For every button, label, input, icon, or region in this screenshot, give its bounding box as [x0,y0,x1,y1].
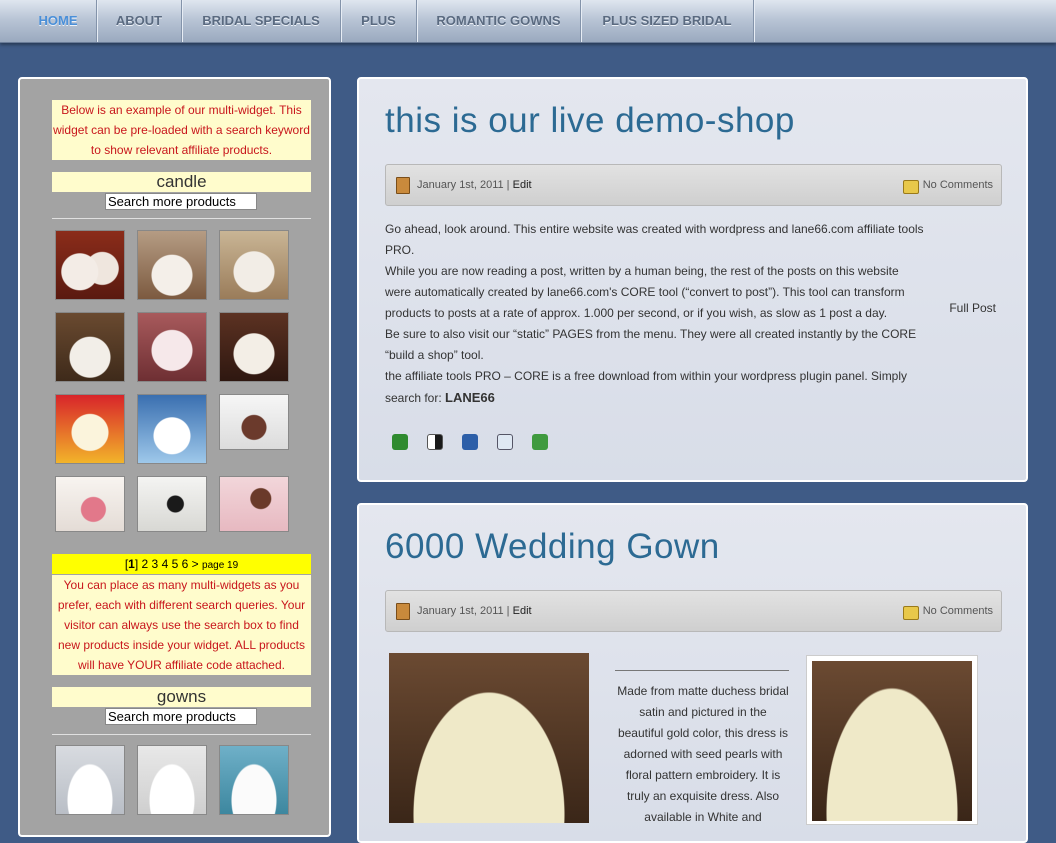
product-thumbnail[interactable] [55,394,125,464]
pager-link[interactable]: 4 [162,557,169,571]
divider [615,670,789,671]
nav-home[interactable]: HOME [20,0,97,42]
comments-link[interactable]: No Comments [923,179,993,191]
pager-link[interactable]: 6 [182,557,189,571]
pager-link[interactable]: 5 [172,557,179,571]
product-thumbnail[interactable] [137,312,207,382]
search-input[interactable]: Search more products [105,193,257,210]
post-title[interactable]: 6000 Wedding Gown [385,527,720,567]
nav-about[interactable]: ABOUT [97,0,182,42]
calendar-icon [396,603,410,620]
pager-link[interactable]: 2 [142,557,149,571]
search-keyword: LANE66 [445,390,495,405]
widget-intro-text: Below is an example of our multi-widget.… [52,100,311,160]
post-paragraph: Be sure to also visit our “static” PAGES… [385,327,917,362]
post-content: Go ahead, look around. This entire websi… [385,219,925,409]
product-image-frame [806,655,978,825]
sidebar: Below is an example of our multi-widget.… [18,77,331,837]
reddit-icon[interactable] [497,434,513,450]
product-thumbnail[interactable] [219,312,289,382]
comment-icon [903,180,919,194]
pager-next[interactable]: > [192,557,199,571]
product-thumbnail[interactable] [219,230,289,300]
product-thumbnail[interactable] [55,745,125,815]
product-thumbnail[interactable] [137,394,207,464]
nav-romantic-gowns[interactable]: ROMANTIC GOWNS [417,0,581,42]
post-wedding-gown: 6000 Wedding Gown January 1st, 2011 | Ed… [357,503,1028,843]
product-image[interactable] [389,653,589,823]
product-thumbnail[interactable] [219,476,289,532]
full-post-link[interactable]: Full Post [949,301,996,315]
product-thumbnail[interactable] [137,476,207,532]
top-navigation: HOME ABOUT BRIDAL SPECIALS PLUS ROMANTIC… [0,0,1056,43]
product-image[interactable] [812,661,972,821]
post-paragraph: While you are now reading a post, writte… [385,264,905,320]
product-thumbnail[interactable] [55,230,125,300]
nav-plus[interactable]: PLUS [341,0,417,42]
comment-icon [903,606,919,620]
nav-plus-sized-bridal[interactable]: PLUS SIZED BRIDAL [581,0,754,42]
pager-link[interactable]: 3 [152,557,159,571]
product-thumbnail[interactable] [219,745,289,815]
product-thumbnail[interactable] [137,745,207,815]
stumbleupon-icon[interactable] [532,434,548,450]
pager-current: 1 [128,557,135,571]
digg-icon[interactable] [462,434,478,450]
post-date: January 1st, 2011 | [417,605,510,617]
post-title[interactable]: this is our live demo-shop [385,101,795,141]
calendar-icon [396,177,410,194]
widget-pagination: [1] 2 3 4 5 6 > page 19 [52,554,311,574]
technorati-icon[interactable] [392,434,408,450]
post-date: January 1st, 2011 | [417,179,510,191]
widget-info-text: You can place as many multi-widgets as y… [52,575,311,675]
pager-page-count: page 19 [202,560,239,571]
post-meta-bar: January 1st, 2011 | Edit No Comments [385,164,1002,206]
product-thumbnail[interactable] [55,476,125,532]
post-paragraph: Go ahead, look around. This entire websi… [385,222,924,257]
widget-keyword-candle: candle [52,172,311,192]
comments-link[interactable]: No Comments [923,605,993,617]
search-input[interactable]: Search more products [105,708,257,725]
divider [52,218,311,219]
edit-link[interactable]: Edit [513,605,532,617]
widget-keyword-gowns: gowns [52,687,311,707]
edit-link[interactable]: Edit [513,179,532,191]
product-thumbnail[interactable] [219,394,289,450]
product-thumbnail[interactable] [55,312,125,382]
product-description: Made from matte duchess bridal satin and… [617,684,789,824]
post-meta-bar: January 1st, 2011 | Edit No Comments [385,590,1002,632]
divider [52,734,311,735]
post-demo-shop: this is our live demo-shop January 1st, … [357,77,1028,482]
nav-bridal-specials[interactable]: BRIDAL SPECIALS [182,0,341,42]
product-thumbnail[interactable] [137,230,207,300]
delicious-icon[interactable] [427,434,443,450]
